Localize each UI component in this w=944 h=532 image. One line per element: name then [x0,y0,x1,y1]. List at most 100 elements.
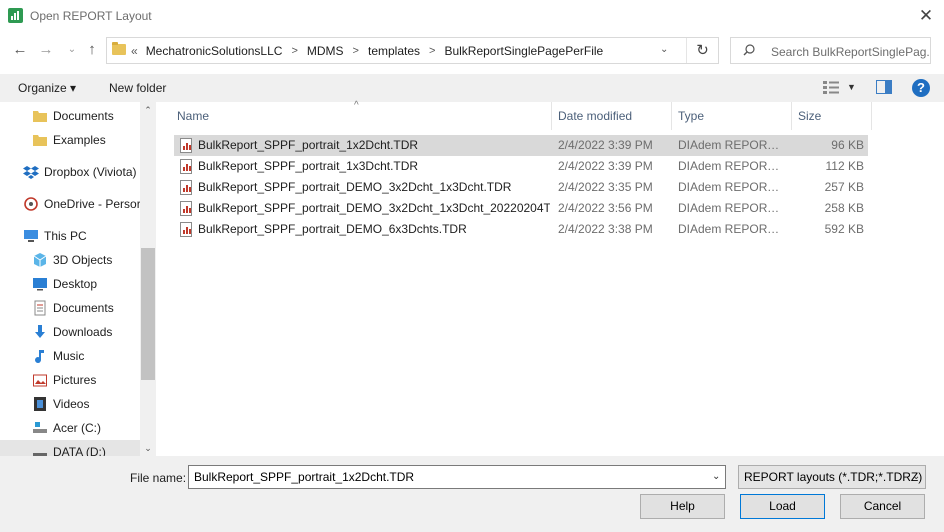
column-header-name[interactable]: Name [171,102,552,130]
file-date: 2/4/2022 3:39 PM [558,138,653,152]
scroll-up-icon[interactable]: ⌃ [140,102,156,118]
cancel-button[interactable]: Cancel [840,494,925,519]
help-icon[interactable]: ? [912,79,930,97]
diadem-app-icon [8,8,23,23]
navigation-pane[interactable]: Documents Examples Dropbox (Viviota) One… [0,102,156,456]
breadcrumb: « MechatronicSolutionsLLC > MDMS > templ… [131,44,603,58]
nav-item-examples[interactable]: Examples [0,128,140,152]
help-button[interactable]: Help [640,494,725,519]
documents-icon [32,300,48,316]
chevron-right-icon[interactable]: > [429,45,435,57]
file-name: BulkReport_SPPF_portrait_DEMO_3x2Dcht_1x… [198,180,512,194]
address-dropdown-chevron-icon[interactable]: ⌄ [660,44,668,55]
music-icon [32,348,48,364]
file-name-label: File name: [130,471,187,485]
command-toolbar: Organize ▾ New folder ▼ ? [0,74,944,102]
scroll-down-icon[interactable]: ⌄ [140,440,156,456]
file-type: DIAdem REPORT L... [678,222,786,236]
nav-item-onedrive[interactable]: OneDrive - Persor [0,192,140,216]
nav-item-documents-pc[interactable]: Documents [0,296,140,320]
load-button[interactable]: Load [740,494,825,519]
window-title: Open REPORT Layout [30,9,152,23]
desktop-icon [32,276,48,292]
dialog-footer: File name: BulkReport_SPPF_portrait_1x2D… [0,456,944,532]
up-arrow-icon[interactable]: ↑ [82,40,102,60]
report-file-icon [180,180,192,195]
file-row[interactable]: BulkReport_SPPF_portrait_1x2Dcht.TDR 2/4… [174,135,868,156]
file-row[interactable]: BulkReport_SPPF_portrait_DEMO_6x3Dchts.T… [174,219,868,240]
report-file-icon [180,222,192,237]
search-input[interactable]: Search BulkReportSinglePag... [771,45,929,59]
report-file-icon [180,138,192,153]
column-header-size[interactable]: Size [792,102,872,130]
file-size: 258 KB [824,201,864,215]
folder-icon [32,132,48,148]
nav-item-music[interactable]: Music [0,344,140,368]
computer-icon [23,228,39,244]
folder-icon [32,108,48,124]
close-icon[interactable]: ✕ [916,6,936,26]
file-date: 2/4/2022 3:39 PM [558,159,653,173]
column-header-date[interactable]: Date modified [552,102,672,130]
scrollbar-thumb[interactable] [141,248,155,380]
breadcrumb-item[interactable]: MDMS [307,44,344,58]
file-type: DIAdem REPORT L... [678,201,786,215]
file-name-input[interactable]: BulkReport_SPPF_portrait_1x2Dcht.TDR [188,465,726,489]
drive-icon [32,444,48,456]
nav-item-desktop[interactable]: Desktop [0,272,140,296]
video-icon [32,396,48,412]
file-name: BulkReport_SPPF_portrait_DEMO_3x2Dcht_1x… [198,201,550,215]
address-bar[interactable]: « MechatronicSolutionsLLC > MDMS > templ… [106,37,719,64]
nav-item-pictures[interactable]: Pictures [0,368,140,392]
forward-arrow-icon[interactable]: → [36,40,56,60]
breadcrumb-item[interactable]: templates [368,44,420,58]
file-row[interactable]: BulkReport_SPPF_portrait_DEMO_3x2Dcht_1x… [174,177,868,198]
report-file-icon [180,159,192,174]
organize-menu[interactable]: Organize ▾ [18,81,76,95]
breadcrumb-item[interactable]: BulkReportSinglePagePerFile [444,44,603,58]
file-date: 2/4/2022 3:35 PM [558,180,653,194]
file-type-filter-select[interactable]: REPORT layouts (*.TDR;*.TDRZ) [738,465,926,489]
back-arrow-icon[interactable]: ← [10,40,30,60]
file-date: 2/4/2022 3:56 PM [558,201,653,215]
nav-item-documents[interactable]: Documents [0,104,140,128]
breadcrumb-item[interactable]: MechatronicSolutionsLLC [146,44,283,58]
nav-item-data-d[interactable]: DATA (D:) [0,440,140,456]
file-name-dropdown-icon[interactable]: ⌄ [712,471,720,482]
view-dropdown-icon[interactable]: ▼ [847,82,856,92]
breadcrumb-overflow[interactable]: « [131,44,138,58]
report-file-icon [180,201,192,216]
nav-item-acer-c[interactable]: Acer (C:) [0,416,140,440]
view-options-icon[interactable] [822,80,840,94]
cube-icon [32,252,48,268]
file-name: BulkReport_SPPF_portrait_1x2Dcht.TDR [198,138,419,152]
file-type: DIAdem REPORT L... [678,138,786,152]
drive-icon [32,420,48,436]
file-date: 2/4/2022 3:38 PM [558,222,653,236]
file-list[interactable]: ^ Name Date modified Type Size BulkRepor… [156,100,944,456]
nav-item-3d-objects[interactable]: 3D Objects [0,248,140,272]
refresh-icon[interactable]: ↻ [686,38,718,63]
navigation-scrollbar[interactable]: ⌃ ⌄ [140,102,156,456]
pictures-icon [32,372,48,388]
new-folder-button[interactable]: New folder [109,81,166,95]
file-row[interactable]: BulkReport_SPPF_portrait_1x3Dcht.TDR 2/4… [174,156,868,177]
file-size: 96 KB [831,138,864,152]
nav-item-this-pc[interactable]: This PC [0,224,140,248]
file-row[interactable]: BulkReport_SPPF_portrait_DEMO_3x2Dcht_1x… [174,198,868,219]
nav-item-videos[interactable]: Videos [0,392,140,416]
dropbox-icon [23,164,39,180]
file-type: DIAdem REPORT L... [678,180,786,194]
file-size: 112 KB [825,159,864,173]
chevron-right-icon[interactable]: > [353,45,359,57]
title-bar: Open REPORT Layout ✕ [0,0,944,32]
search-box[interactable]: Search BulkReportSinglePag... [730,37,931,64]
download-icon [32,324,48,340]
chevron-right-icon[interactable]: > [291,45,297,57]
preview-pane-icon[interactable] [876,80,892,94]
filter-dropdown-icon[interactable]: ⌄ [912,471,920,482]
nav-item-dropbox[interactable]: Dropbox (Viviota) [0,160,140,184]
recent-locations-chevron-icon[interactable]: ⌄ [62,40,82,60]
column-header-type[interactable]: Type [672,102,792,130]
nav-item-downloads[interactable]: Downloads [0,320,140,344]
